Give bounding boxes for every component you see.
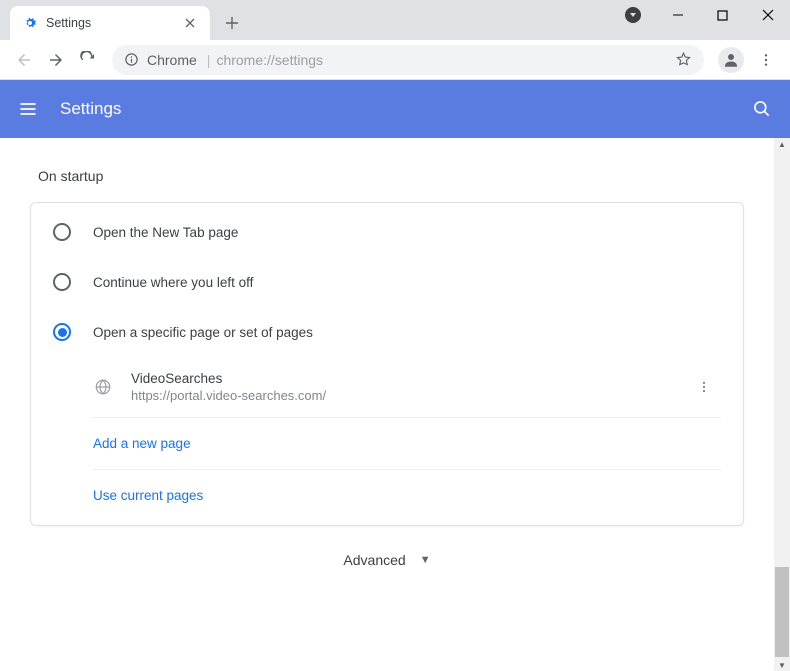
option-continue[interactable]: Continue where you left off <box>31 257 743 307</box>
window-titlebar: Settings <box>0 0 790 40</box>
hamburger-menu-icon[interactable] <box>18 99 38 119</box>
globe-icon <box>93 377 113 397</box>
maximize-button[interactable] <box>700 0 745 30</box>
radio-icon <box>53 323 71 341</box>
settings-header: Settings <box>0 80 790 138</box>
forward-button[interactable] <box>40 44 72 76</box>
scroll-up-icon[interactable]: ▲ <box>774 138 790 150</box>
search-icon[interactable] <box>752 99 772 119</box>
tab-title: Settings <box>46 16 182 30</box>
page-info: VideoSearches https://portal.video-searc… <box>131 371 697 403</box>
profile-avatar-icon[interactable] <box>718 47 744 73</box>
chevron-down-icon: ▼ <box>420 554 431 566</box>
content-area: On startup Open the New Tab page Continu… <box>0 138 790 671</box>
omnibox-separator: | <box>207 52 211 68</box>
bookmark-star-icon[interactable] <box>675 51 692 68</box>
browser-tab[interactable]: Settings <box>10 6 210 40</box>
kebab-menu-icon[interactable] <box>750 44 782 76</box>
omnibox-url: chrome://settings <box>216 52 323 68</box>
use-current-pages-link[interactable]: Use current pages <box>93 470 721 521</box>
add-page-link[interactable]: Add a new page <box>93 418 721 470</box>
page-name: VideoSearches <box>131 371 697 386</box>
radio-label: Open a specific page or set of pages <box>93 325 313 340</box>
window-controls <box>610 0 790 30</box>
content-scroll: On startup Open the New Tab page Continu… <box>0 138 774 671</box>
omnibox-scheme: Chrome <box>147 52 197 68</box>
gear-icon <box>22 15 38 31</box>
scrollbar-thumb[interactable] <box>775 567 789 657</box>
address-bar[interactable]: Chrome | chrome://settings <box>112 45 704 75</box>
browser-toolbar: Chrome | chrome://settings <box>0 40 790 80</box>
back-button[interactable] <box>8 44 40 76</box>
scrollbar[interactable]: ▲ ▼ <box>774 138 790 671</box>
radio-label: Open the New Tab page <box>93 225 238 240</box>
section-title: On startup <box>30 168 744 184</box>
option-specific-pages[interactable]: Open a specific page or set of pages <box>31 307 743 357</box>
startup-page-row: VideoSearches https://portal.video-searc… <box>93 357 721 418</box>
site-info-icon[interactable] <box>124 52 139 67</box>
radio-icon <box>53 223 71 241</box>
page-title: Settings <box>60 99 752 119</box>
radio-label: Continue where you left off <box>93 275 253 290</box>
close-tab-icon[interactable] <box>182 15 198 31</box>
startup-card: Open the New Tab page Continue where you… <box>30 202 744 526</box>
advanced-label: Advanced <box>343 552 405 568</box>
reload-button[interactable] <box>72 44 104 76</box>
startup-pages-list: VideoSearches https://portal.video-searc… <box>31 357 743 521</box>
scroll-down-icon[interactable]: ▼ <box>774 659 790 671</box>
minimize-button[interactable] <box>655 0 700 30</box>
page-actions-icon[interactable] <box>697 380 721 394</box>
option-new-tab[interactable]: Open the New Tab page <box>31 207 743 257</box>
close-window-button[interactable] <box>745 0 790 30</box>
new-tab-button[interactable] <box>218 9 246 37</box>
radio-icon <box>53 273 71 291</box>
page-url: https://portal.video-searches.com/ <box>131 388 697 403</box>
advanced-toggle[interactable]: Advanced ▼ <box>30 526 744 578</box>
profile-badge-icon[interactable] <box>610 0 655 30</box>
